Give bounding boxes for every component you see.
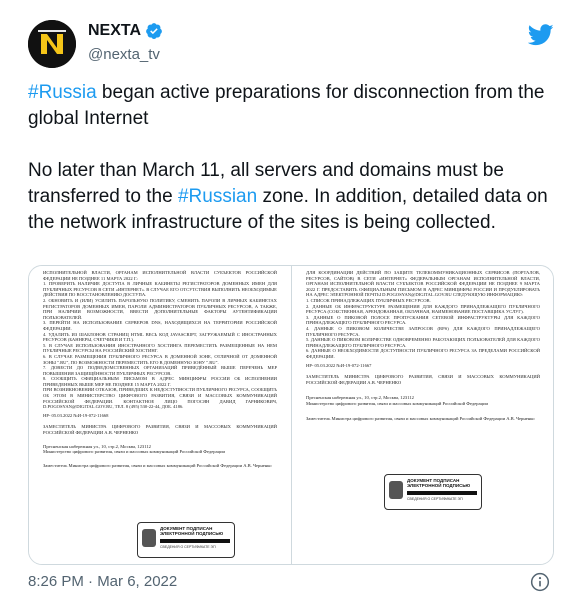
- doc-line: 5. ДАННЫЕ О ПИКОВОМ КОЛИЧЕСТВЕ ОДНОВРЕМЕ…: [306, 337, 540, 348]
- stamp-bar: [407, 491, 477, 495]
- doc-line: 2. ОБНОВИТЬ И (ИЛИ) УСИЛИТЬ ПАРОЛЬНУЮ ПО…: [43, 297, 277, 320]
- stamp-info: СВЕДЕНИЯ О СЕРТИФИКАТЕ ЭП: [407, 497, 463, 501]
- doc-line: Заместитель Министра цифрового развития,…: [306, 416, 535, 422]
- doc-line: 4. УДАЛИТЬ ИЗ ШАБЛОНОВ СТРАНИЦ HTML ВЕСЬ…: [43, 331, 277, 343]
- document-text: ИСПОЛНИТЕЛЬНОЙ ВЛАСТИ, ОРГАНАМ ИСПОЛНИТЕ…: [43, 270, 277, 468]
- doc-line: 6. ДАННЫЕ О НЕОБХОДИМОСТИ ДОСТУПНОСТИ ПУ…: [306, 348, 540, 359]
- doc-line: НР- 05.03.2022 №И-19-072-11667: [306, 362, 372, 368]
- document-text: ДЛЯ КООРДИНАЦИИ ДЕЙСТВИЙ ПО ЗАЩИТЕ ТЕЛЕК…: [306, 270, 540, 422]
- doc-line: ДЛЯ КООРДИНАЦИИ ДЕЙСТВИЙ ПО ЗАЩИТЕ ТЕЛЕК…: [306, 270, 540, 298]
- doc-line: 4. ДАННЫЕ О ПИКОВОМ КОЛИЧЕСТВЕ ЗАПРОСОВ …: [306, 325, 540, 337]
- doc-line: ЗАМЕСТИТЕЛЬ МИНИСТРА ЦИФРОВОГО РАЗВИТИЯ,…: [43, 424, 277, 436]
- doc-line: 7. ДОВЕСТИ ДО ПОДВЕДОМСТВЕННЫХ ОРГАНИЗАЦ…: [43, 365, 277, 376]
- coat-of-arms-icon: [142, 529, 156, 547]
- doc-line: 2. ДАННЫЕ ОБ ИНФРАСТРУКТУРЕ РАЗМЕЩЕНИЯ Д…: [306, 303, 540, 315]
- coat-of-arms-icon: [389, 481, 403, 499]
- electronic-signature-stamp: ДОКУМЕНТ ПОДПИСАН ЭЛЕКТРОННОЙ ПОДПИСЬЮ С…: [137, 522, 235, 558]
- doc-line: 8. СООБЩИТЬ ОФИЦИАЛЬНЫМ ПИСЬМОМ В АДРЕС …: [43, 376, 277, 387]
- doc-line: ЗАМЕСТИТЕЛЬ МИНИСТРА ЦИФРОВОГО РАЗВИТИЯ,…: [306, 374, 540, 385]
- stamp-title: ДОКУМЕНТ ПОДПИСАН ЭЛЕКТРОННОЙ ПОДПИСЬЮ: [160, 526, 224, 536]
- stamp-info: СВЕДЕНИЯ О СЕРТИФИКАТЕ ЭП: [160, 545, 216, 549]
- author-handle[interactable]: @nexta_tv: [88, 46, 160, 63]
- tweet-text-segment: began active preparations for disconnect…: [28, 82, 545, 129]
- doc-line: 3. ДАННЫЕ О ПИКОВОЙ ПОЛОСЕ ПРОПУСКАНИЯ С…: [306, 314, 540, 326]
- document-image-right[interactable]: ДЛЯ КООРДИНАЦИИ ДЕЙСТВИЙ ПО ЗАЩИТЕ ТЕЛЕК…: [292, 266, 553, 564]
- tweet-card[interactable]: NEXTA @nexta_tv #Russia began active pre…: [0, 0, 582, 610]
- doc-line: Министерство цифрового развития, связи и…: [43, 449, 225, 455]
- tweet-paragraph-1: #Russia began active preparations for di…: [28, 80, 558, 132]
- stamp-bar: [160, 539, 230, 543]
- doc-line: ИСПОЛНИТЕЛЬНОЙ ВЛАСТИ, ОРГАНАМ ИСПОЛНИТЕ…: [43, 270, 277, 281]
- doc-line: Министерство цифрового развития, связи и…: [306, 400, 488, 406]
- tweet-timestamp[interactable]: 8:26 PM · Mar 6, 2022: [28, 573, 177, 590]
- author-display-name[interactable]: NEXTA: [88, 22, 141, 40]
- hashtag-link-russia[interactable]: #Russia: [28, 82, 97, 103]
- doc-line: ПРИ ВОЗНИКНОВЕНИИ ОТКАЗОВ, ПРИВЕДШИХ К Н…: [43, 387, 277, 410]
- doc-line: Заместитель Министра цифрового развития,…: [43, 462, 272, 468]
- doc-line: 3. ПЕРЕЙТИ НА ИСПОЛЬЗОВАНИЕ СЕРВЕРОВ DNS…: [43, 320, 277, 331]
- stamp-title: ДОКУМЕНТ ПОДПИСАН ЭЛЕКТРОННОЙ ПОДПИСЬЮ: [407, 478, 471, 488]
- hashtag-link-russian[interactable]: #Russian: [178, 186, 257, 207]
- author-name-row[interactable]: NEXTA: [88, 22, 163, 40]
- doc-line: 6. В СЛУЧАЕ РАЗМЕЩЕНИЯ ПУБЛИЧНОГО РЕСУРС…: [43, 353, 277, 365]
- document-image-left[interactable]: ИСПОЛНИТЕЛЬНОЙ ВЛАСТИ, ОРГАНАМ ИСПОЛНИТЕ…: [29, 266, 291, 564]
- verified-badge-icon: [146, 23, 162, 40]
- info-icon[interactable]: [530, 572, 550, 592]
- doc-line: 1. ПРОВЕРИТЬ НАЛИЧИЕ ДОСТУПА В ЛИЧНЫЕ КА…: [43, 281, 277, 298]
- tweet-paragraph-2: No later than March 11, all servers and …: [28, 158, 558, 236]
- twitter-bird-icon[interactable]: [528, 24, 554, 46]
- electronic-signature-stamp: ДОКУМЕНТ ПОДПИСАН ЭЛЕКТРОННОЙ ПОДПИСЬЮ С…: [384, 474, 482, 510]
- tweet-media[interactable]: ИСПОЛНИТЕЛЬНОЙ ВЛАСТИ, ОРГАНАМ ИСПОЛНИТЕ…: [28, 265, 554, 565]
- doc-line: 5. В СЛУЧАЕ ИСПОЛЬЗОВАНИЯ ИНОСТРАННОГО Х…: [43, 342, 277, 354]
- nexta-logo-icon[interactable]: [28, 20, 76, 68]
- doc-line: НР- 05.03.2022 №И-19-072-11668: [43, 412, 109, 418]
- tweet-body: #Russia began active preparations for di…: [28, 80, 558, 262]
